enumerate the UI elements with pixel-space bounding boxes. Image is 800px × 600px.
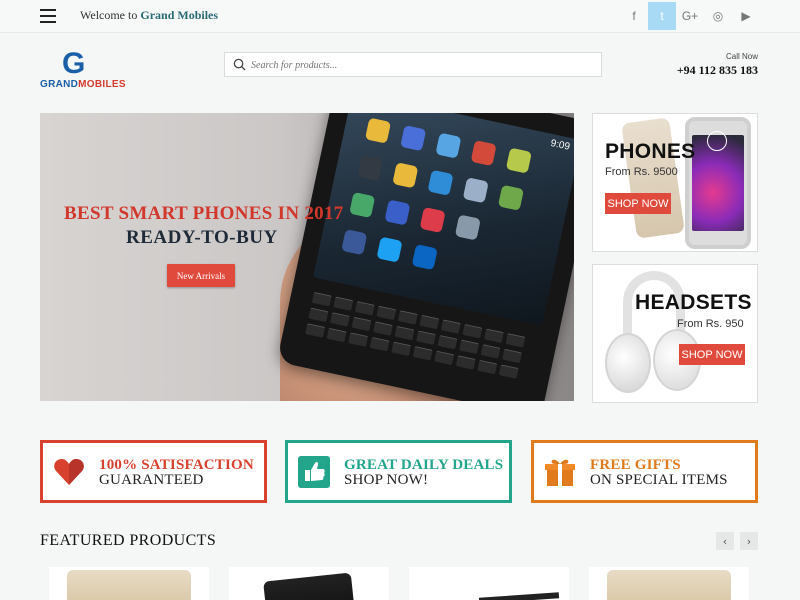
heart-icon	[54, 459, 84, 485]
header: G GRANDMOBILES Call Now +94 112 835 183	[0, 33, 800, 103]
instagram-icon[interactable]: ◎	[704, 2, 732, 30]
hero-phone-image: 9:09	[276, 113, 574, 401]
search-icon[interactable]	[233, 58, 246, 71]
product-card[interactable]	[409, 567, 569, 600]
chevron-right-icon[interactable]: ›	[740, 532, 758, 550]
app-icon	[411, 244, 438, 271]
phones-banner[interactable]: PHONES From Rs. 9500 SHOP NOW	[592, 113, 758, 252]
app-icon	[454, 214, 481, 241]
product-image	[263, 572, 355, 600]
logo-name-part2: MOBILES	[78, 79, 126, 90]
app-icon	[341, 229, 368, 256]
phone-screen: 9:09	[313, 113, 574, 327]
logo-name: GRANDMOBILES	[40, 79, 126, 90]
twitter-icon[interactable]: t	[648, 2, 676, 30]
app-icon	[470, 140, 497, 167]
top-bar: Welcome to Grand Mobiles f t G+ ◎ ▶	[0, 0, 800, 33]
youtube-icon[interactable]: ▶	[732, 2, 760, 30]
phones-banner-title: PHONES	[605, 140, 696, 163]
logo[interactable]: G GRANDMOBILES	[40, 47, 126, 93]
headsets-banner[interactable]: HEADSETS From Rs. 950 SHOP NOW	[592, 264, 758, 403]
product-card[interactable]	[229, 567, 389, 600]
app-icon	[497, 184, 525, 211]
app-icon	[376, 236, 403, 263]
thumbs-up-icon	[298, 456, 330, 488]
gift-icon	[545, 459, 575, 486]
menu-icon[interactable]	[40, 9, 56, 23]
google-plus-icon[interactable]: G+	[676, 2, 704, 30]
app-icon	[392, 162, 419, 189]
app-icon	[435, 132, 462, 159]
app-icon	[349, 191, 376, 219]
product-image	[478, 592, 560, 600]
phones-banner-price: From Rs. 9500	[605, 166, 678, 178]
feature-free-gifts[interactable]: FREE GIFTS ON SPECIAL ITEMS	[531, 440, 758, 503]
app-icon	[462, 177, 489, 204]
app-icon	[505, 147, 532, 174]
headsets-banner-title: HEADSETS	[635, 291, 752, 314]
social-links: f t G+ ◎ ▶	[620, 2, 760, 30]
app-icon	[384, 199, 411, 226]
call-label: Call Now	[725, 52, 758, 61]
product-card[interactable]	[49, 567, 209, 600]
welcome-brand: Grand Mobiles	[140, 8, 219, 22]
featured-products-title: FEATURED PRODUCTS	[40, 532, 217, 549]
hero-slider[interactable]: 9:09 BEST SMART PHONES IN 2017 READY-TO-…	[40, 113, 574, 401]
app-icon	[427, 169, 454, 196]
logo-letter: G	[62, 47, 86, 80]
hero-headline: BEST SMART PHONES IN 2017	[64, 203, 344, 224]
feature-satisfaction[interactable]: 100% SATISFACTION GUARANTEED	[40, 440, 267, 503]
app-icon	[364, 117, 392, 144]
new-arrivals-button[interactable]: New Arrivals	[167, 264, 235, 287]
product-image	[607, 570, 731, 600]
feature-free-gifts-line2: ON SPECIAL ITEMS	[590, 472, 728, 488]
phones-shop-now-button[interactable]: SHOP NOW	[605, 193, 671, 214]
call-number[interactable]: +94 112 835 183	[677, 63, 758, 78]
welcome-text: Welcome to Grand Mobiles	[80, 8, 218, 23]
product-image	[67, 570, 191, 600]
logo-name-part1: GRAND	[40, 79, 79, 90]
app-icon	[357, 154, 384, 181]
phone-image	[621, 117, 685, 239]
product-card[interactable]	[589, 567, 749, 600]
search-bar	[224, 52, 602, 77]
hero-subheadline: READY-TO-BUY	[126, 227, 278, 248]
feature-satisfaction-line2: GUARANTEED	[99, 472, 204, 488]
headsets-banner-price: From Rs. 950	[677, 318, 744, 330]
carousel-nav: ‹ ›	[716, 532, 758, 550]
headset-image	[603, 271, 703, 397]
welcome-prefix: Welcome to	[80, 8, 141, 22]
headsets-shop-now-button[interactable]: SHOP NOW	[679, 344, 745, 365]
app-icon	[400, 125, 427, 152]
phone-time: 9:09	[549, 137, 571, 153]
facebook-icon[interactable]: f	[620, 2, 648, 30]
feature-daily-deals[interactable]: GREAT DAILY DEALS SHOP NOW!	[285, 440, 512, 503]
call-now: Call Now +94 112 835 183	[677, 52, 758, 78]
feature-daily-deals-line2: SHOP NOW!	[344, 472, 429, 488]
phone-image	[685, 117, 751, 249]
chevron-left-icon[interactable]: ‹	[716, 532, 734, 550]
app-icon	[419, 206, 446, 234]
search-input[interactable]	[251, 55, 591, 75]
